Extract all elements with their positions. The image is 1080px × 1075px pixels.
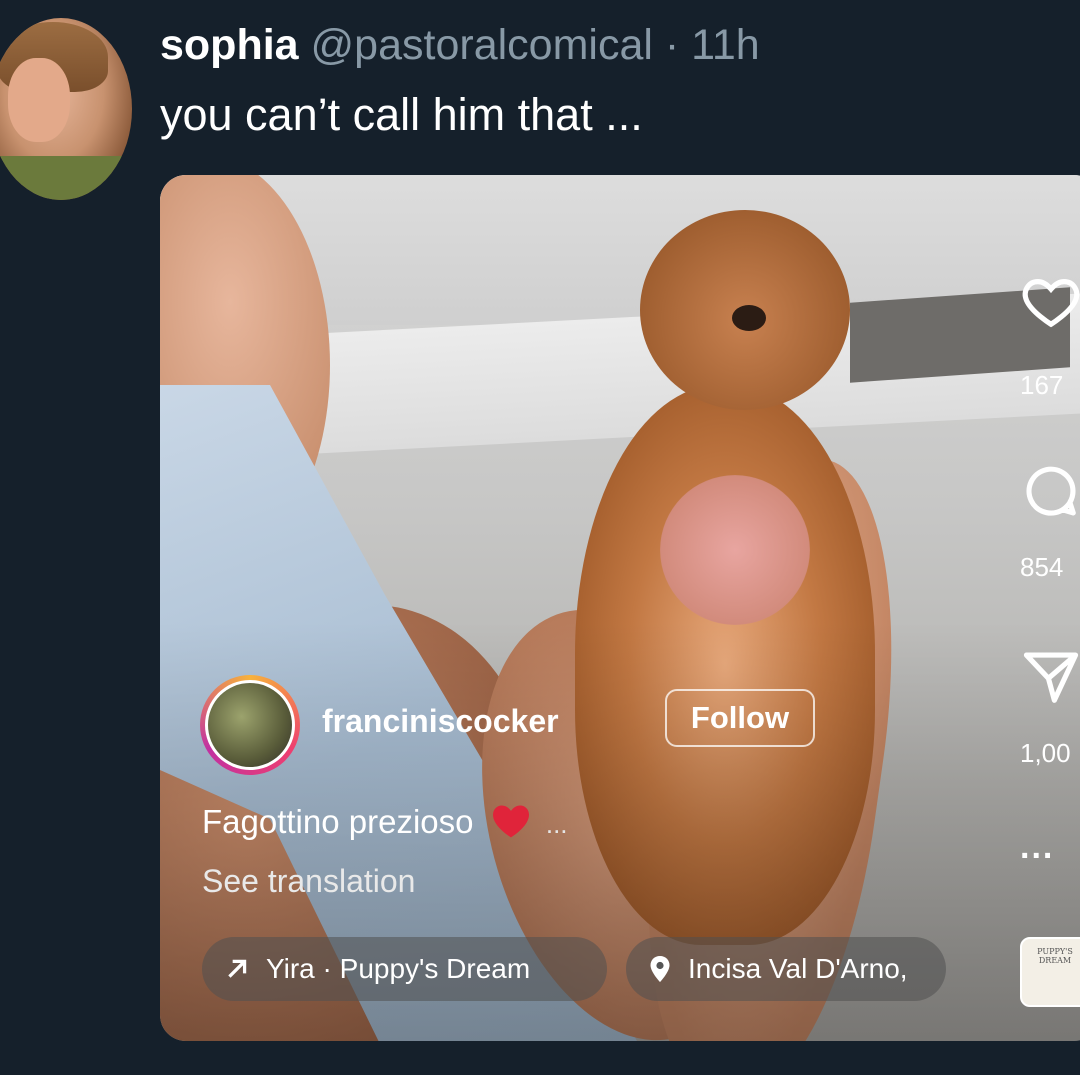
author-handle[interactable]: @pastoralcomical: [311, 21, 653, 69]
avatar-face: [8, 58, 70, 142]
red-heart-icon: [492, 805, 529, 838]
album-thumb-text: PUPPY'S DREAM: [1037, 947, 1073, 965]
comment-bubble-icon[interactable]: [1020, 460, 1080, 522]
puppy-nose: [732, 305, 766, 331]
see-translation-link[interactable]: See translation: [202, 863, 415, 900]
reel-screenshot-media[interactable]: 167 854 1,00 ... franciniscocker Follow …: [160, 175, 1080, 1041]
tweet-text: you can’t call him that ...: [160, 89, 643, 140]
like-heart-icon[interactable]: [1020, 270, 1080, 332]
location-pin-icon: [648, 955, 672, 983]
avatar-shirt: [0, 156, 132, 200]
reel-caption[interactable]: Fagottino prezioso ...: [202, 803, 568, 841]
audio-label: Yira · Puppy's Dream: [266, 953, 531, 984]
author-avatar[interactable]: [0, 18, 132, 200]
audio-chip[interactable]: Yira · Puppy's Dream: [202, 937, 607, 1001]
creator-row: franciniscocker Follow: [200, 675, 820, 775]
tweet-header: sophia @pastoralcomical · 11h: [160, 20, 760, 70]
likes-count: 167: [1020, 370, 1064, 400]
caption-text: Fagottino prezioso: [202, 803, 474, 840]
caption-more: ...: [545, 809, 568, 839]
author-name[interactable]: sophia: [160, 21, 299, 69]
arrow-up-right-icon: [224, 956, 250, 982]
audio-album-thumbnail[interactable]: PUPPY'S DREAM: [1020, 937, 1080, 1007]
comments-count: 854: [1020, 552, 1064, 582]
location-label: Incisa Val D'Arno,: [688, 953, 908, 984]
share-paper-plane-icon[interactable]: [1020, 646, 1080, 708]
location-chip[interactable]: Incisa Val D'Arno,: [626, 937, 946, 1001]
follow-button[interactable]: Follow: [665, 689, 815, 747]
creator-username[interactable]: franciniscocker: [322, 703, 559, 740]
shares-count: 1,00: [1020, 738, 1071, 768]
tweet-timestamp[interactable]: 11h: [691, 21, 760, 69]
header-separator: ·: [664, 21, 680, 69]
creator-avatar[interactable]: [200, 675, 300, 775]
creator-avatar-photo: [208, 683, 292, 767]
puppy-belly: [660, 475, 810, 625]
more-options-icon[interactable]: ...: [1020, 828, 1054, 867]
